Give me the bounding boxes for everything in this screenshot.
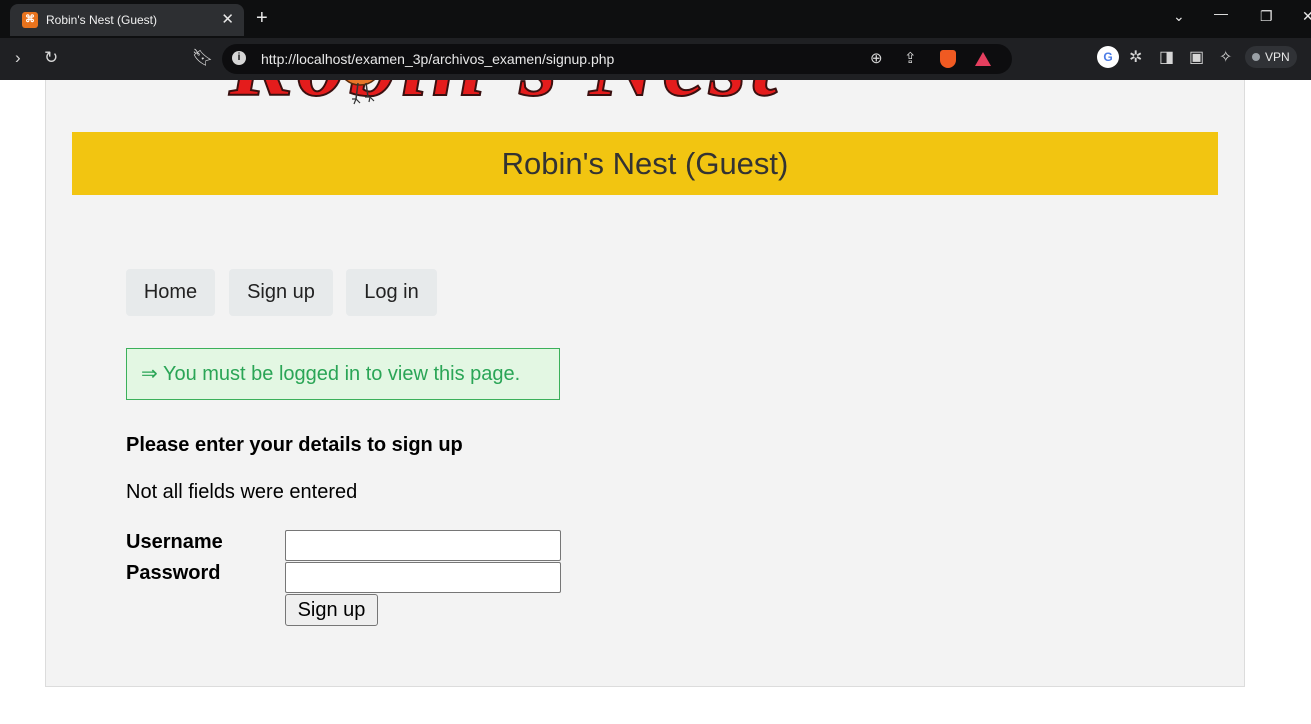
site-logo: Robin's Nest	[228, 80, 1049, 112]
menu-item-signup[interactable]: Sign up	[229, 269, 333, 316]
password-field[interactable]	[285, 562, 561, 593]
leo-ai-icon[interactable]: ✧	[1219, 48, 1232, 68]
password-label: Password	[126, 562, 221, 584]
username-field[interactable]	[285, 530, 561, 561]
browser-toolbar: › ↻ 🔖︎ i http://localhost/examen_3p/arch…	[0, 38, 1311, 80]
vpn-button[interactable]: VPN	[1245, 46, 1297, 68]
forward-icon[interactable]: ›	[15, 48, 21, 68]
site-banner: Robin's Nest (Guest)	[72, 132, 1218, 195]
form-heading: Please enter your details to sign up	[126, 434, 463, 456]
brave-shields-icon[interactable]	[940, 50, 956, 68]
xampp-favicon-icon: ⌘	[22, 12, 38, 28]
username-label: Username	[126, 531, 223, 553]
reload-icon[interactable]: ↻	[44, 48, 58, 68]
minimize-icon[interactable]: —	[1214, 5, 1228, 21]
vpn-label: VPN	[1265, 50, 1290, 64]
page-viewport: Robin's Nest Robin's Nest (Guest) Home S…	[0, 80, 1311, 724]
new-tab-button[interactable]: +	[256, 7, 268, 29]
menu-item-login[interactable]: Log in	[346, 269, 437, 316]
error-message: Not all fields were entered	[126, 481, 358, 503]
translate-extension-icon[interactable]: G	[1097, 46, 1119, 68]
page-container: Robin's Nest Robin's Nest (Guest) Home S…	[45, 80, 1245, 687]
vpn-status-icon	[1252, 53, 1260, 61]
tab-title: Robin's Nest (Guest)	[46, 13, 157, 27]
wallet-icon[interactable]: ▣	[1189, 48, 1204, 68]
sidebar-icon[interactable]: ◨	[1159, 48, 1174, 68]
menu-item-home[interactable]: Home	[126, 269, 215, 316]
bookmark-icon[interactable]: 🔖︎	[192, 48, 214, 68]
tab-close-icon[interactable]: ✕	[221, 10, 234, 28]
tab-search-chevron-icon[interactable]: ⌄	[1173, 8, 1185, 25]
login-notice: ⇒ You must be logged in to view this pag…	[126, 348, 560, 400]
share-icon[interactable]: ⇪	[904, 49, 917, 67]
site-info-icon[interactable]: i	[232, 51, 246, 65]
zoom-icon[interactable]: ⊕	[870, 49, 883, 67]
banner-title: Robin's Nest (Guest)	[501, 146, 789, 181]
logo-text: Robin's Nest	[228, 80, 781, 112]
restore-window-icon[interactable]: ❐	[1260, 8, 1273, 25]
browser-tab-bar: ⌘ Robin's Nest (Guest) ✕ + ⌄ — ❐ ✕	[0, 0, 1311, 38]
robin-bird-icon	[344, 80, 376, 105]
brave-rewards-icon[interactable]	[975, 52, 991, 66]
address-bar[interactable]: i http://localhost/examen_3p/archivos_ex…	[222, 44, 1012, 74]
extensions-icon[interactable]: ✲	[1129, 48, 1142, 68]
close-window-icon[interactable]: ✕	[1302, 8, 1311, 25]
browser-tab[interactable]: ⌘ Robin's Nest (Guest) ✕	[10, 4, 244, 36]
url-text[interactable]: http://localhost/examen_3p/archivos_exam…	[261, 51, 614, 67]
signup-submit-button[interactable]: Sign up	[285, 594, 378, 626]
